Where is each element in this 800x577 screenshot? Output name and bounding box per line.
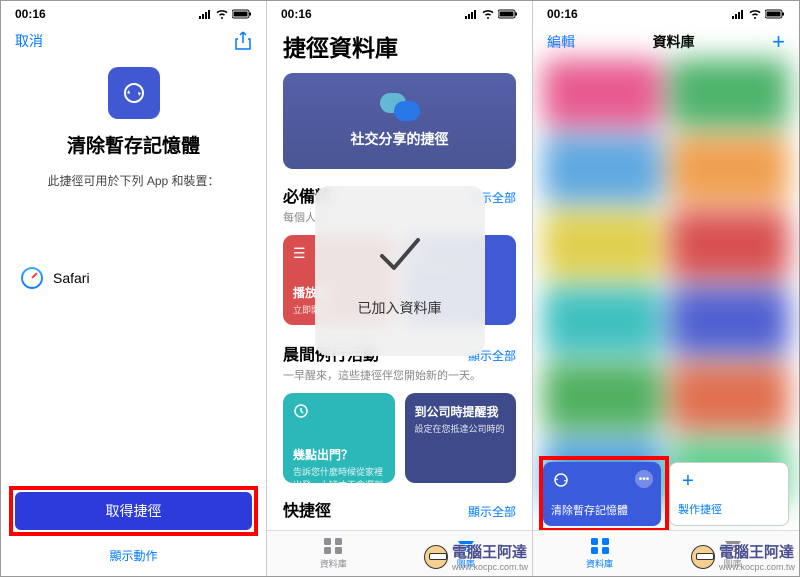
nav-bar: 取消 bbox=[1, 25, 266, 57]
status-time: 00:16 bbox=[281, 7, 312, 21]
status-time: 00:16 bbox=[547, 7, 578, 21]
section-morning: 晨間例行活動 顯示全部 一早醒來，這些捷徑伴您開始新的一天。 幾點出門？ 告訴您… bbox=[267, 341, 532, 483]
status-bar: 00:16 bbox=[1, 1, 266, 25]
add-button[interactable]: + bbox=[772, 29, 785, 55]
screen-gallery: 00:16 捷徑資料庫 社交分享的捷徑 必備精 顯示全部 每個人的 ☰ 播放預 … bbox=[267, 1, 533, 576]
status-bar: 00:16 bbox=[267, 1, 532, 25]
section-title: 快捷徑 bbox=[283, 497, 331, 521]
shortcut-card-blurred bbox=[670, 59, 789, 127]
tab-library[interactable]: 資料庫 bbox=[267, 531, 400, 576]
status-icons bbox=[198, 9, 252, 19]
clock-icon bbox=[293, 403, 309, 419]
create-shortcut-card[interactable]: + 製作捷徑 bbox=[669, 462, 789, 526]
shortcut-card-blurred bbox=[543, 363, 662, 431]
card-subtitle: 告訴您什麼時候從家裡出發，上班才不會遲到 bbox=[293, 465, 385, 491]
shortcut-title: 清除暫存記憶體 bbox=[1, 131, 266, 158]
card-title: 到公司時提醒我 bbox=[415, 403, 507, 420]
tab-label: 資料庫 bbox=[586, 557, 613, 570]
banner-text: 社交分享的捷徑 bbox=[351, 129, 449, 149]
app-label: Safari bbox=[53, 270, 90, 286]
app-item-safari: Safari bbox=[1, 259, 266, 297]
page-title: 資料庫 bbox=[575, 32, 772, 52]
list-icon: ☰ bbox=[293, 245, 306, 262]
plus-icon: + bbox=[678, 471, 698, 491]
cancel-button[interactable]: 取消 bbox=[15, 31, 43, 51]
highlight-annotation bbox=[539, 456, 669, 532]
chat-bubble-icon bbox=[380, 93, 420, 121]
share-icon[interactable] bbox=[234, 31, 252, 51]
safari-icon bbox=[21, 267, 43, 289]
nav-bar: 編輯 資料庫 + bbox=[533, 25, 799, 59]
shortcut-card-blurred bbox=[670, 363, 789, 431]
screen-library: 00:16 編輯 資料庫 + ••• 清除暫存記憶體 + 製作捷徑 資料庫 bbox=[533, 1, 799, 576]
shortcut-card[interactable]: 到公司時提醒我 設定在您抵達公司時的 bbox=[405, 393, 517, 483]
section-subtitle: 一早醒來，這些捷徑伴您開始新的一天。 bbox=[283, 367, 516, 383]
card-title: 幾點出門？ bbox=[293, 446, 385, 463]
watermark: 電腦王阿達www.kocpc.com.tw bbox=[691, 541, 795, 572]
shortcut-card-blurred bbox=[670, 135, 789, 203]
toast-text: 已加入資料庫 bbox=[358, 298, 442, 318]
shortcut-grid-blurred bbox=[533, 55, 799, 446]
section-quick: 快捷徑 顯示全部 bbox=[267, 497, 532, 521]
shortcut-subtitle: 此捷徑可用於下列 App 和裝置： bbox=[1, 172, 266, 189]
watermark-face-icon bbox=[691, 545, 715, 569]
shortcut-card-blurred bbox=[543, 287, 662, 355]
checkmark-icon bbox=[370, 224, 430, 284]
shortcut-card-blurred bbox=[670, 211, 789, 279]
watermark: 電腦王阿達www.kocpc.com.tw bbox=[424, 541, 528, 572]
shortcut-card[interactable]: 幾點出門？ 告訴您什麼時候從家裡出發，上班才不會遲到 bbox=[283, 393, 395, 483]
edit-button[interactable]: 編輯 bbox=[547, 32, 575, 52]
shortcut-card-blurred bbox=[670, 287, 789, 355]
tab-library[interactable]: 資料庫 bbox=[533, 531, 666, 576]
page-title: 捷徑資料庫 bbox=[267, 25, 532, 73]
status-time: 00:16 bbox=[15, 7, 46, 21]
featured-banner[interactable]: 社交分享的捷徑 bbox=[283, 73, 516, 169]
shortcut-card-blurred bbox=[543, 211, 662, 279]
shortcut-card-blurred bbox=[543, 59, 662, 127]
show-actions-link[interactable]: 顯示動作 bbox=[1, 547, 266, 564]
status-bar: 00:16 bbox=[533, 1, 799, 25]
shortcut-icon bbox=[108, 67, 160, 119]
show-all-link[interactable]: 顯示全部 bbox=[468, 503, 516, 520]
tab-label: 資料庫 bbox=[320, 557, 347, 570]
status-icons bbox=[731, 9, 785, 19]
watermark-face-icon bbox=[424, 545, 448, 569]
shortcut-card-blurred bbox=[543, 135, 662, 203]
card-title: 製作捷徑 bbox=[678, 501, 722, 517]
highlight-annotation bbox=[9, 486, 258, 536]
card-subtitle: 設定在您抵達公司時的 bbox=[415, 422, 507, 435]
screen-shortcut-detail: 00:16 取消 清除暫存記憶體 此捷徑可用於下列 App 和裝置： Safar… bbox=[1, 1, 267, 576]
status-icons bbox=[464, 9, 518, 19]
toast-added: 已加入資料庫 bbox=[315, 186, 485, 356]
